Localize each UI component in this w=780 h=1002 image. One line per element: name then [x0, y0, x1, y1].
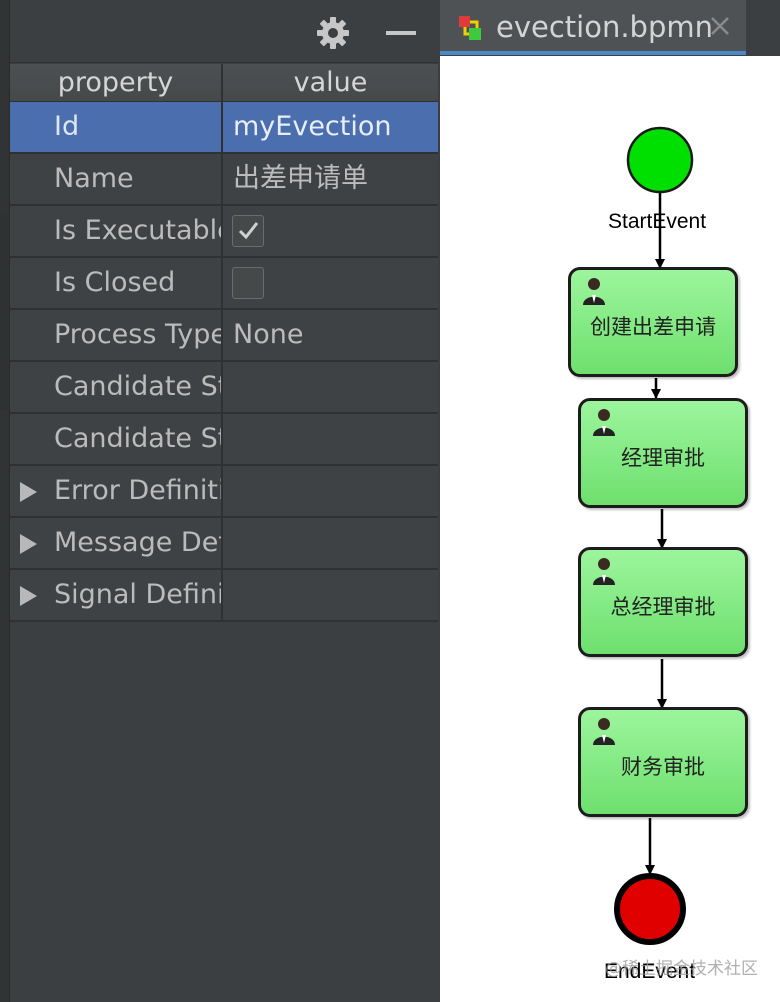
tool-strip-marker: [0, 215, 8, 410]
start-event: [626, 126, 694, 194]
task-manager-approval[interactable]: 经理审批: [578, 398, 748, 508]
property-row-id[interactable]: Id myEvection: [10, 102, 438, 154]
task-general-manager-approval[interactable]: 总经理审批: [578, 547, 748, 657]
column-header-value[interactable]: value: [223, 64, 438, 101]
property-name-text: Signal Definitions: [54, 579, 221, 610]
end-event: [614, 873, 686, 945]
property-row-candidate-starter-users[interactable]: Candidate Starter Users: [10, 362, 438, 414]
property-row-message-definitions[interactable]: Message Definitions: [10, 518, 438, 570]
property-row-is-executable[interactable]: Is Executable: [10, 206, 438, 258]
property-name: Candidate Starter Users: [10, 362, 223, 412]
property-value-error-definitions[interactable]: [223, 466, 438, 516]
close-icon[interactable]: [708, 14, 732, 38]
property-value-process-type[interactable]: None: [223, 310, 438, 360]
bpmn-diagram-canvas[interactable]: StartEvent 创建出差申请 经理审批 总经理审批 财务审批 EndEve…: [440, 56, 780, 1002]
property-name: Message Definitions: [10, 518, 223, 568]
property-name-text: Message Definitions: [54, 527, 221, 558]
tab-title: evection.bpmn: [496, 10, 714, 44]
is-closed-checkbox[interactable]: [232, 267, 264, 299]
property-value-signal-definitions[interactable]: [223, 570, 438, 620]
left-tool-strip: [0, 0, 10, 1002]
property-name: Error Definitions: [10, 466, 223, 516]
property-name: Is Executable: [10, 206, 223, 256]
property-row-name[interactable]: Name 出差申请单: [10, 154, 438, 206]
sequence-flows: [614, 126, 694, 945]
property-name: Id: [10, 102, 223, 152]
task-label: 经理审批: [621, 446, 705, 470]
checkmark-icon: [238, 222, 259, 240]
tab-evection-bpmn[interactable]: evection.bpmn: [440, 0, 746, 55]
expand-arrow-icon[interactable]: [20, 534, 37, 554]
property-value-candidate-starter-users[interactable]: [223, 362, 438, 412]
task-finance-approval[interactable]: 财务审批: [578, 707, 748, 817]
property-value-message-definitions[interactable]: [223, 518, 438, 568]
task-label: 财务审批: [621, 755, 705, 779]
task-label: 创建出差申请: [590, 315, 716, 339]
panel-toolbar: [10, 0, 438, 63]
property-row-signal-definitions[interactable]: Signal Definitions: [10, 570, 438, 622]
property-row-candidate-starter-groups[interactable]: Candidate Starter Groups: [10, 414, 438, 466]
property-value-is-closed: [223, 258, 438, 308]
property-value-candidate-starter-groups[interactable]: [223, 414, 438, 464]
properties-panel: property value Id myEvection Name 出差申请单 …: [10, 0, 438, 1002]
property-name: Candidate Starter Groups: [10, 414, 223, 464]
property-name: Is Closed: [10, 258, 223, 308]
task-label: 总经理审批: [610, 595, 716, 619]
gear-icon[interactable]: [316, 16, 350, 50]
editor-tab-bar: evection.bpmn: [440, 0, 780, 55]
expand-arrow-icon[interactable]: [20, 586, 37, 606]
expand-arrow-icon[interactable]: [20, 482, 37, 502]
property-name: Signal Definitions: [10, 570, 223, 620]
property-row-is-closed[interactable]: Is Closed: [10, 258, 438, 310]
property-name-text: Error Definitions: [54, 475, 223, 506]
property-value-is-executable: [223, 206, 438, 256]
task-create-evection[interactable]: 创建出差申请: [568, 267, 738, 377]
minimize-icon[interactable]: [384, 16, 418, 50]
bpmn-file-icon: [457, 14, 485, 42]
property-name: Process Type: [10, 310, 223, 360]
property-name: Name: [10, 154, 223, 204]
watermark: @稀土掘金技术社区: [605, 959, 758, 979]
column-header-property[interactable]: property: [10, 64, 223, 101]
property-row-error-definitions[interactable]: Error Definitions: [10, 466, 438, 518]
property-value-id[interactable]: myEvection: [223, 102, 438, 152]
is-executable-checkbox[interactable]: [232, 215, 264, 247]
property-value-name[interactable]: 出差申请单: [223, 154, 438, 204]
start-event-label: StartEvent: [608, 210, 707, 233]
table-header: property value: [10, 64, 438, 102]
property-table: property value Id myEvection Name 出差申请单 …: [10, 64, 438, 622]
property-row-process-type[interactable]: Process Type None: [10, 310, 438, 362]
